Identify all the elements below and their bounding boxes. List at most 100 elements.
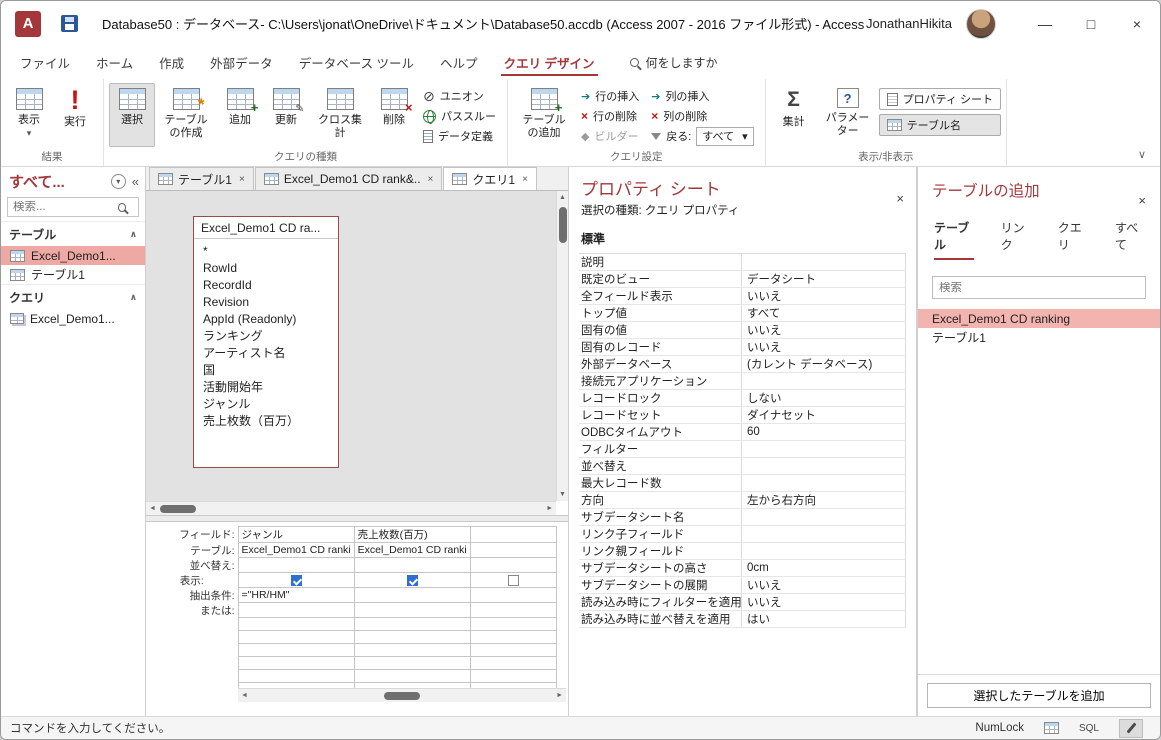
nav-item-table[interactable]: Excel_Demo1... [1,246,145,265]
property-value[interactable]: いいえ [742,594,906,610]
add-selected-tables-button[interactable]: 選択したテーブルを追加 [927,683,1151,708]
delete-rows-button[interactable]: × 行の削除 [575,106,645,126]
property-value[interactable] [742,509,906,525]
update-button[interactable]: 更新 [263,83,309,147]
grid-cell-empty[interactable] [238,670,354,683]
make-table-button[interactable]: テーブルの作成 [155,83,217,147]
table-list-item[interactable]: テーブル1 [918,328,1160,347]
document-tab[interactable]: Excel_Demo1 CD rank&.. × [255,167,443,190]
close-icon[interactable]: × [1138,193,1146,208]
scroll-down-icon[interactable]: ▼ [559,488,566,501]
show-checkbox[interactable] [291,575,302,586]
append-button[interactable]: 追加 [217,83,263,147]
property-value[interactable]: ダイナセット [742,407,906,423]
collapse-ribbon-icon[interactable]: ∨ [1138,148,1146,161]
grid-cell-empty[interactable] [354,657,470,670]
show-checkbox[interactable] [508,575,519,586]
table-names-toggle[interactable]: テーブル名 [879,114,1001,136]
property-value[interactable] [742,543,906,559]
scroll-right-icon[interactable]: ► [546,505,553,512]
field-list-item[interactable]: Revision [203,294,329,311]
property-value[interactable]: 60 [742,424,906,440]
add-tables-tab[interactable]: テーブル [934,219,974,260]
grid-horizontal-scrollbar[interactable]: ◄ ► [238,688,566,702]
document-tab[interactable]: テーブル1 × [149,167,254,190]
grid-cell-empty[interactable] [354,631,470,644]
close-icon[interactable]: × [896,191,904,206]
grid-cell-empty[interactable] [470,631,556,644]
table-list-item[interactable]: Excel_Demo1 CD ranking [918,309,1160,328]
property-sheet-toggle[interactable]: プロパティ シート [879,88,1001,110]
scrollbar-thumb[interactable] [559,207,567,243]
field-list-item[interactable]: * [203,243,329,260]
ribbon-tab[interactable]: 外部データ [197,46,286,79]
grid-cell-field[interactable]: 売上枚数(百万) [354,527,470,543]
property-value[interactable]: 左から右方向 [742,492,906,508]
parameters-button[interactable]: ? パラメーター [817,83,879,147]
close-icon[interactable]: × [428,174,434,185]
ribbon-tab[interactable]: クエリ デザイン [491,46,608,79]
grid-cell-empty[interactable] [354,618,470,631]
field-list-item[interactable]: ジャンル [203,396,329,413]
nav-item-query[interactable]: Excel_Demo1... [1,309,145,328]
property-value[interactable] [742,526,906,542]
grid-cell-or[interactable] [354,603,470,618]
grid-cell-criteria[interactable] [354,588,470,603]
design-view-icon[interactable] [1119,719,1143,738]
ribbon-tab[interactable]: ホーム [83,46,146,79]
grid-cell-table[interactable] [470,543,556,558]
grid-cell-empty[interactable] [238,657,354,670]
field-list-item[interactable]: AppId (Readonly) [203,311,329,328]
property-value[interactable] [742,373,906,389]
property-value[interactable] [742,254,906,270]
grid-cell-empty[interactable] [354,670,470,683]
grid-cell-empty[interactable] [354,644,470,657]
add-tables-tab[interactable]: クエリ [1058,219,1088,260]
grid-cell-empty[interactable] [470,644,556,657]
grid-cell-sort[interactable] [354,558,470,573]
nav-menu-chevron-icon[interactable]: ▾ [111,174,126,189]
grid-cell-sort[interactable] [238,558,354,573]
grid-cell-or[interactable] [238,603,354,618]
grid-cell-field[interactable]: ジャンル [238,527,354,543]
grid-cell-criteria[interactable]: ="HR/HM" [238,588,354,603]
vertical-scrollbar[interactable]: ▲ ▼ [556,191,568,501]
field-list-item[interactable]: 売上枚数（百万） [203,413,329,430]
ribbon-tab[interactable]: ヘルプ [427,46,491,79]
grid-cell-empty[interactable] [238,631,354,644]
return-combobox[interactable]: すべて ▾ [696,127,753,146]
scroll-right-icon[interactable]: ► [556,692,563,699]
property-value[interactable]: いいえ [742,577,906,593]
run-button[interactable]: ! 実行 [52,83,98,147]
nav-section-queries[interactable]: クエリ ∧ [1,284,145,309]
tell-me-search[interactable]: 何をしますか [630,46,718,79]
add-tables-tab[interactable]: すべて [1115,219,1144,260]
property-value[interactable]: (カレント データベース) [742,356,906,372]
grid-cell-criteria[interactable] [470,588,556,603]
grid-cell-or[interactable] [470,603,556,618]
show-checkbox[interactable] [407,575,418,586]
union-button[interactable]: ⊘ ユニオン [417,86,502,106]
shutter-bar-collapse-icon[interactable]: « [132,174,139,189]
add-tables-tab[interactable]: リンク [1001,219,1031,260]
grid-cell-empty[interactable] [238,618,354,631]
scroll-left-icon[interactable]: ◄ [149,505,156,512]
table-search-input[interactable] [939,282,1139,294]
ribbon-tab[interactable]: ファイル [7,46,83,79]
totals-button[interactable]: Σ 集計 [771,83,817,147]
grid-cell-empty[interactable] [238,644,354,657]
field-list-item[interactable]: 国 [203,362,329,379]
close-button[interactable]: × [1114,1,1160,46]
select-query-button[interactable]: 選択 [109,83,155,147]
avatar[interactable] [966,9,996,39]
ribbon-tab[interactable]: データベース ツール [286,46,427,79]
property-value[interactable]: いいえ [742,322,906,338]
grid-cell-empty[interactable] [470,670,556,683]
scrollbar-thumb[interactable] [384,692,420,700]
field-list-item[interactable]: アーティスト名 [203,345,329,362]
query-table-card[interactable]: Excel_Demo1 CD ra... * RowId RecordId Re… [193,216,339,468]
ribbon-tab[interactable]: 作成 [146,46,197,79]
tab-general[interactable]: 標準 [581,230,605,247]
horizontal-scrollbar[interactable]: ◄ ► [146,501,556,515]
grid-cell-empty[interactable] [470,618,556,631]
